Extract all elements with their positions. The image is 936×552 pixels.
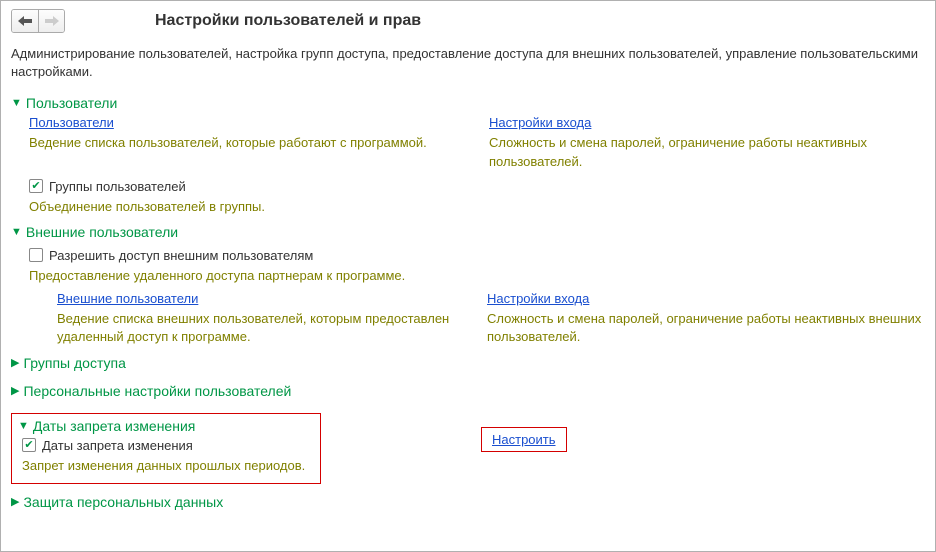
page-description: Администрирование пользователей, настрой…	[11, 45, 925, 81]
section-personal-header[interactable]: ▶ Персональные настройки пользователей	[11, 383, 925, 399]
allow-external-hint: Предоставление удаленного доступа партне…	[29, 267, 925, 285]
group-users-label: Группы пользователей	[49, 179, 186, 194]
nav-buttons	[11, 9, 65, 33]
section-personal-title: Персональные настройки пользователей	[23, 383, 291, 399]
chevron-down-icon: ▼	[11, 226, 22, 238]
group-users-checkbox[interactable]: ✔	[29, 179, 43, 193]
change-ban-highlight: ▼ Даты запрета изменения ✔ Даты запрета …	[11, 413, 321, 484]
allow-external-checkbox[interactable]: ✔	[29, 248, 43, 262]
allow-external-label: Разрешить доступ внешним пользователям	[49, 248, 313, 263]
section-personal-data-title: Защита персональных данных	[23, 494, 223, 510]
external-users-hint: Ведение списка внешних пользователей, ко…	[57, 310, 467, 346]
external-login-link[interactable]: Настройки входа	[487, 291, 589, 306]
group-users-hint: Объединение пользователей в группы.	[29, 198, 925, 216]
section-change-ban-header[interactable]: ▼ Даты запрета изменения	[18, 418, 314, 434]
change-ban-hint: Запрет изменения данных прошлых периодов…	[22, 457, 314, 475]
back-button[interactable]	[12, 10, 38, 32]
chevron-down-icon: ▼	[11, 97, 22, 109]
section-external-header[interactable]: ▼ Внешние пользователи	[11, 224, 925, 240]
section-users-title: Пользователи	[26, 95, 117, 111]
users-link[interactable]: Пользователи	[29, 115, 114, 130]
forward-button[interactable]	[38, 10, 64, 32]
chevron-right-icon: ▶	[11, 356, 19, 369]
external-users-link[interactable]: Внешние пользователи	[57, 291, 198, 306]
change-ban-checkbox[interactable]: ✔	[22, 438, 36, 452]
section-access-groups-title: Группы доступа	[23, 355, 125, 371]
section-change-ban-title: Даты запрета изменения	[33, 418, 195, 434]
configure-highlight: Настроить	[481, 427, 567, 452]
login-settings-hint: Сложность и смена паролей, ограничение р…	[489, 134, 929, 170]
chevron-right-icon: ▶	[11, 495, 19, 508]
login-settings-link[interactable]: Настройки входа	[489, 115, 591, 130]
section-external-title: Внешние пользователи	[26, 224, 178, 240]
section-personal-data-header[interactable]: ▶ Защита персональных данных	[11, 494, 925, 510]
chevron-down-icon: ▼	[18, 420, 29, 432]
page-title: Настройки пользователей и прав	[155, 12, 421, 30]
users-hint: Ведение списка пользователей, которые ра…	[29, 134, 469, 152]
change-ban-label: Даты запрета изменения	[42, 438, 193, 453]
external-login-hint: Сложность и смена паролей, ограничение р…	[487, 310, 927, 346]
section-access-groups-header[interactable]: ▶ Группы доступа	[11, 355, 925, 371]
configure-link[interactable]: Настроить	[492, 432, 556, 447]
section-users-header[interactable]: ▼ Пользователи	[11, 95, 925, 111]
chevron-right-icon: ▶	[11, 384, 19, 397]
